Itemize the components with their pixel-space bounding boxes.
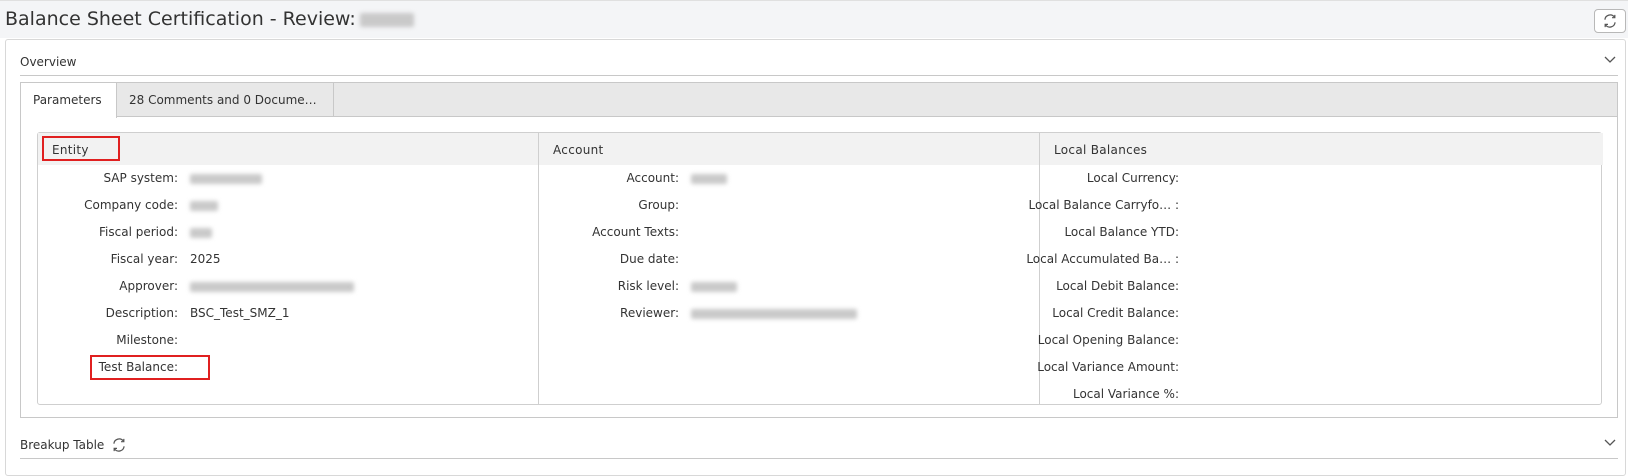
redacted-review-id: [359, 12, 414, 27]
field-value: BSC_Test_SMZ_1: [190, 306, 290, 320]
field-row: Local Variance %:: [1040, 381, 1603, 408]
overview-tabs: Parameters 28 Comments and 0 Docume… Ent…: [20, 82, 1618, 418]
breakup-section-header[interactable]: Breakup Table: [20, 429, 1618, 459]
chevron-down-icon[interactable]: [1604, 437, 1616, 450]
field-row: Local Balance Carryfo… :: [1028, 192, 1603, 219]
parameters-grid: Entity SAP system: Company code: Fiscal …: [37, 132, 1603, 405]
tab-strip: Parameters 28 Comments and 0 Docume…: [21, 83, 1617, 118]
local-balances-column: Local Balances Local Currency: Local Bal…: [1026, 133, 1603, 404]
field-label: SAP system:: [103, 171, 178, 185]
field-label: Fiscal year:: [110, 252, 178, 266]
field-row: Description: BSC_Test_SMZ_1: [38, 300, 538, 327]
tab-comments-documents[interactable]: 28 Comments and 0 Docume…: [117, 83, 334, 117]
field-value: [190, 171, 262, 185]
entity-highlight-box: [42, 136, 120, 161]
field-value: [691, 279, 737, 293]
field-row: Company code:: [38, 192, 538, 219]
page-title: Balance Sheet Certification - Review:: [5, 8, 414, 30]
field-row: Local Credit Balance:: [1040, 300, 1603, 327]
refresh-icon: [1604, 14, 1616, 28]
field-row: Group:: [539, 192, 1039, 219]
field-value: [190, 279, 354, 293]
field-label: Local Variance %:: [1072, 387, 1179, 401]
field-row: Local Debit Balance:: [1040, 273, 1603, 300]
field-row: Account:: [539, 165, 1039, 192]
field-value: 2025: [190, 252, 221, 266]
field-row: Account Texts:: [539, 219, 1039, 246]
breakup-refresh-icon[interactable]: [112, 438, 126, 452]
field-row: Local Currency:: [1040, 165, 1603, 192]
field-row: Local Opening Balance:: [1037, 327, 1603, 354]
breakup-label: Breakup Table: [20, 438, 126, 452]
local-balances-column-title: Local Balances: [1040, 133, 1603, 165]
field-value: [190, 198, 218, 212]
field-label: Local Balance YTD:: [1064, 225, 1179, 239]
field-label: Local Variance Amount:: [1037, 360, 1179, 374]
refresh-button[interactable]: [1594, 9, 1626, 33]
field-label: Risk level:: [617, 279, 679, 293]
field-row: Milestone:: [38, 327, 538, 354]
field-label: Milestone:: [116, 333, 178, 347]
field-value: [691, 306, 857, 320]
test-balance-highlight-box: [90, 355, 210, 380]
field-label: Local Currency:: [1086, 171, 1179, 185]
field-value: [190, 225, 212, 239]
field-label: Local Opening Balance:: [1037, 333, 1179, 347]
field-label: Company code:: [84, 198, 178, 212]
overview-section-header[interactable]: Overview: [20, 46, 1618, 76]
overview-label: Overview: [20, 55, 77, 69]
field-row: Local Balance YTD:: [1040, 219, 1603, 246]
field-row: Due date:: [539, 246, 1039, 273]
account-column-title: Account: [539, 133, 1039, 165]
field-row: Reviewer:: [539, 300, 1039, 327]
account-column: Account Account: Group: Account Texts: D…: [538, 133, 1039, 404]
chevron-down-icon[interactable]: [1604, 54, 1616, 67]
field-row: Fiscal period:: [38, 219, 538, 246]
field-label: Local Debit Balance:: [1056, 279, 1179, 293]
field-value: [691, 171, 727, 185]
field-row: Local Accumulated Ba… :: [1026, 246, 1603, 273]
field-label: Local Accumulated Ba… :: [1026, 252, 1179, 266]
field-label: Approver:: [119, 279, 178, 293]
main-panel: Overview Parameters 28 Comments and 0 Do…: [5, 39, 1626, 476]
field-row: Risk level:: [539, 273, 1039, 300]
field-label: Fiscal period:: [99, 225, 178, 239]
field-label: Account Texts:: [592, 225, 679, 239]
field-row: SAP system:: [38, 165, 538, 192]
field-label: Group:: [638, 198, 679, 212]
field-label: Description:: [105, 306, 178, 320]
breakup-label-text: Breakup Table: [20, 438, 105, 452]
field-label: Account:: [626, 171, 680, 185]
page-title-text: Balance Sheet Certification - Review:: [5, 8, 356, 30]
field-label: Local Balance Carryfo… :: [1028, 198, 1179, 212]
field-row: Approver:: [38, 273, 538, 300]
field-row: Fiscal year: 2025: [38, 246, 538, 273]
page-header: Balance Sheet Certification - Review:: [0, 0, 1628, 38]
field-label: Due date:: [619, 252, 679, 266]
field-row: Local Variance Amount:: [1037, 354, 1603, 381]
field-label: Reviewer:: [620, 306, 679, 320]
field-label: Local Credit Balance:: [1052, 306, 1179, 320]
tab-parameters[interactable]: Parameters: [21, 83, 117, 118]
